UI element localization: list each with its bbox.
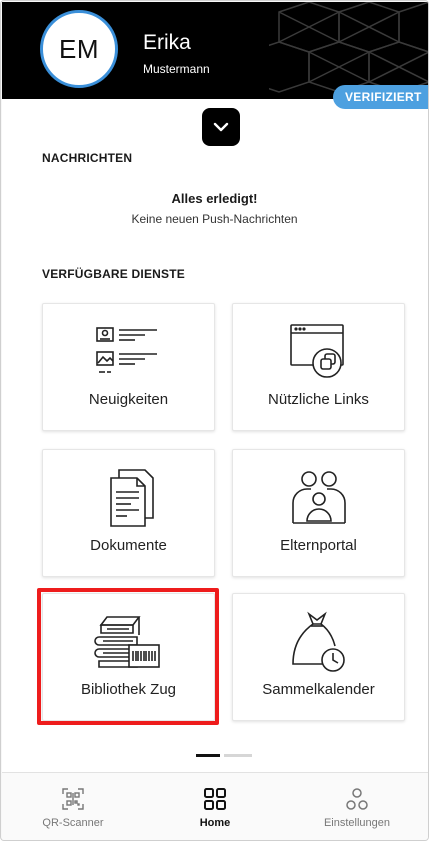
service-card-waste-calendar[interactable]: Sammelkalender [232, 593, 405, 721]
service-card-label: Dokumente [90, 537, 167, 554]
chevron-down-icon [213, 122, 229, 132]
tab-settings[interactable]: Einstellungen [286, 773, 428, 840]
news-icon [95, 327, 157, 373]
service-card-parents-portal[interactable]: Elternportal [232, 449, 405, 577]
home-grid-icon [204, 788, 226, 810]
service-card-library-zug[interactable]: Bibliothek Zug [42, 593, 215, 721]
expand-header-button[interactable] [202, 108, 240, 146]
parents-portal-icon [291, 471, 346, 524]
user-last-name: Mustermann [143, 62, 210, 76]
tab-label: Einstellungen [323, 817, 391, 829]
tab-qr-scanner[interactable]: QR-Scanner [2, 773, 144, 840]
service-card-documents[interactable]: Dokumente [42, 449, 215, 577]
app-screen: EM Erika Mustermann VERIFIZIERT NACHRICH… [0, 0, 429, 841]
documents-icon [109, 469, 154, 527]
pager-dot[interactable] [224, 754, 252, 757]
pager-dot-active[interactable] [196, 754, 220, 757]
tab-home[interactable]: Home [144, 773, 286, 840]
bottom-tab-bar: QR-Scanner Home Einstellungen [2, 772, 428, 840]
library-icon [93, 616, 160, 668]
service-card-useful-links[interactable]: Nützliche Links [232, 303, 405, 431]
services-section-title: VERFÜGBARE DIENSTE [42, 267, 185, 281]
tab-label: QR-Scanner [42, 817, 104, 829]
messages-empty-title: Alles erledigt! [171, 191, 258, 206]
verified-badge-label: VERIFIZIERT [345, 90, 422, 104]
links-icon [289, 324, 344, 378]
avatar[interactable]: EM [40, 10, 118, 88]
avatar-initials: EM [59, 33, 99, 64]
service-card-label: Neuigkeiten [88, 391, 169, 408]
service-card-label: Sammelkalender [262, 681, 375, 698]
user-first-name: Erika [143, 31, 191, 54]
qr-scanner-icon [62, 788, 84, 810]
messages-section-title: NACHRICHTEN [42, 151, 133, 165]
service-card-label: Nützliche Links [268, 391, 369, 408]
service-card-news[interactable]: Neuigkeiten [42, 303, 215, 431]
service-card-label: Bibliothek Zug [80, 681, 177, 698]
settings-icon [346, 788, 368, 810]
verified-badge: VERIFIZIERT [333, 85, 428, 109]
tab-label: Home [199, 817, 231, 829]
service-card-label: Elternportal [280, 537, 357, 554]
waste-calendar-icon [291, 611, 345, 672]
messages-empty-subtitle: Keine neuen Push-Nachrichten [131, 212, 298, 226]
